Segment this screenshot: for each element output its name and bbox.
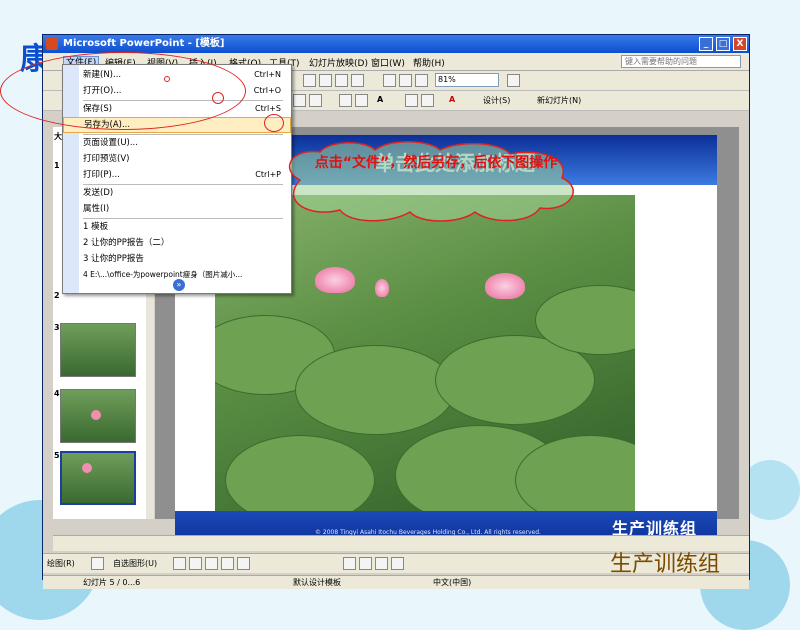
status-template: 默认设计模板 (293, 578, 341, 587)
status-slide-info: 幻灯片 5 / 0...6 (83, 578, 141, 587)
line-color-icon[interactable] (359, 557, 372, 570)
format-painter-icon[interactable] (319, 74, 332, 87)
menu-item-recent-1[interactable]: 1 模板 (63, 219, 291, 235)
select-arrow-icon[interactable] (91, 557, 104, 570)
lotus-bud (375, 279, 389, 297)
window-title: Microsoft PowerPoint - [模板] (63, 38, 225, 49)
bullet-list-icon[interactable] (355, 94, 368, 107)
minimize-button[interactable]: _ (699, 37, 713, 51)
menu-help[interactable]: 帮助(H) (413, 56, 445, 69)
chart-icon[interactable] (399, 74, 412, 87)
menu-item-page-setup[interactable]: 页面设置(U)... (63, 135, 291, 151)
thumbnail-number: 4 (54, 389, 60, 398)
zoom-select[interactable]: 81% (435, 73, 499, 87)
menu-item-print[interactable]: 打印(P)... Ctrl+P (63, 167, 291, 183)
annotation-dot (212, 92, 224, 104)
rectangle-icon[interactable] (205, 557, 218, 570)
font-color-button[interactable]: A (449, 95, 455, 104)
paste-icon[interactable] (303, 74, 316, 87)
annotation-oval (0, 52, 246, 130)
table-icon[interactable] (383, 74, 396, 87)
title-bar: Microsoft PowerPoint - [模板] _ □ X (43, 35, 749, 53)
callout-text: 点击“文件”，然后另存，后依下图操作 (314, 155, 558, 171)
slide-thumbnail-4[interactable] (60, 389, 136, 443)
outdent-icon[interactable] (421, 94, 434, 107)
align-left-icon[interactable] (293, 94, 306, 107)
undo-icon[interactable] (335, 74, 348, 87)
pane-tab-label[interactable]: 大 (54, 131, 62, 142)
menu-window[interactable]: 窗口(W) (371, 56, 405, 69)
draw-menu-button[interactable]: 绘图(R) (47, 558, 75, 569)
bottom-overlay-label: 生产训练组 (610, 552, 721, 577)
autoshape-button[interactable]: 自选图形(U) (113, 558, 157, 569)
lotus-flower (91, 410, 101, 420)
annotation-dot (164, 76, 170, 82)
numbered-list-icon[interactable] (339, 94, 352, 107)
fill-color-icon[interactable] (343, 557, 356, 570)
indent-icon[interactable] (405, 94, 418, 107)
help-icon[interactable] (507, 74, 520, 87)
annotation-circle (264, 114, 284, 132)
design-button[interactable]: 设计(S) (483, 95, 510, 106)
leaf (225, 435, 375, 511)
menu-item-recent-3[interactable]: 3 让你的PP报告 (63, 251, 291, 267)
maximize-button[interactable]: □ (716, 37, 730, 51)
expand-menu-icon[interactable]: » (173, 279, 185, 291)
help-search-input[interactable]: 键入需要帮助的问题 (621, 55, 741, 68)
line-icon[interactable] (173, 557, 186, 570)
increase-font-button[interactable]: A (377, 95, 383, 104)
line-style-icon[interactable] (391, 557, 404, 570)
menu-item-properties[interactable]: 属性(I) (63, 201, 291, 217)
thumbnail-number: 1 (54, 161, 60, 170)
menu-item-send[interactable]: 发送(D) (63, 185, 291, 201)
thumbnail-number: 3 (54, 323, 60, 332)
leaf (295, 345, 455, 435)
align-center-icon[interactable] (309, 94, 322, 107)
powerpoint-app-icon (46, 38, 58, 50)
textbox-icon[interactable] (237, 557, 250, 570)
new-slide-button[interactable]: 新幻灯片(N) (537, 95, 581, 106)
menu-slideshow[interactable]: 幻灯片放映(D) (309, 56, 368, 69)
thumbnail-number: 2 (54, 291, 60, 300)
oval-icon[interactable] (221, 557, 234, 570)
slide-thumbnail-5[interactable] (60, 451, 136, 505)
redo-icon[interactable] (351, 74, 364, 87)
lotus-flower (82, 463, 92, 473)
color-grid-icon[interactable] (415, 74, 428, 87)
menu-item-recent-2[interactable]: 2 让你的PP报告（二） (63, 235, 291, 251)
lotus-flower (485, 273, 525, 299)
close-button[interactable]: X (733, 37, 747, 51)
slide-thumbnail-3[interactable] (60, 323, 136, 377)
lotus-flower (315, 267, 355, 293)
thumbnail-number: 5 (54, 451, 60, 460)
menu-item-print-preview[interactable]: 打印预览(V) (63, 151, 291, 167)
font-color-icon[interactable] (375, 557, 388, 570)
status-language: 中文(中国) (433, 578, 472, 587)
arrow-icon[interactable] (189, 557, 202, 570)
